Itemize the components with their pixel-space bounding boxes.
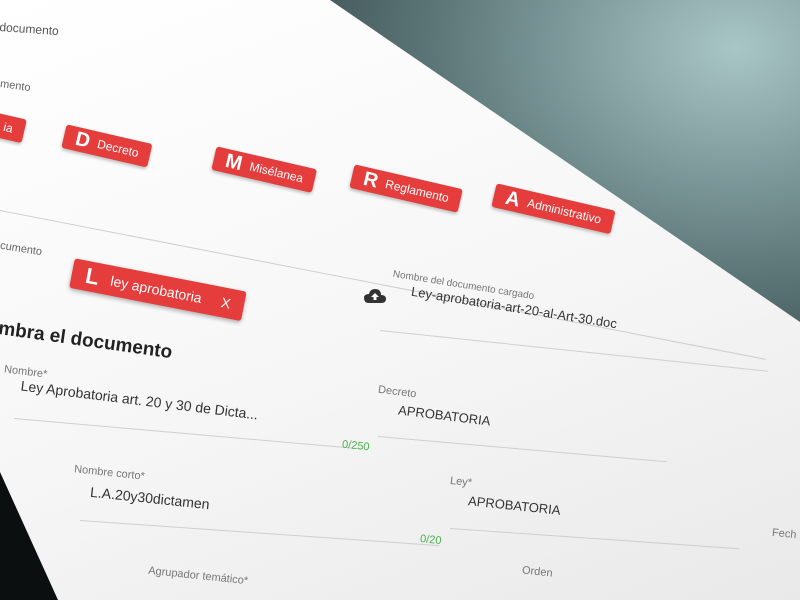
nombre-corto-input[interactable]: L.A.20y30dictamen bbox=[89, 484, 210, 512]
type-chip-label: ia bbox=[2, 119, 15, 136]
selected-type-letter: L bbox=[83, 262, 102, 291]
agrupador-tematico-label: Agrupador temático* bbox=[147, 564, 249, 588]
form-heading: mbra el documento bbox=[0, 318, 174, 364]
decreto-label: Decreto bbox=[377, 383, 418, 401]
orden-label: Orden bbox=[521, 564, 554, 580]
ley-field[interactable]: APROBATORIA bbox=[467, 493, 561, 518]
nombre-underline bbox=[13, 418, 363, 450]
cloud-upload-icon[interactable] bbox=[364, 288, 386, 304]
remove-type-button[interactable]: X bbox=[220, 294, 232, 311]
type-chip-letter: D bbox=[73, 127, 93, 153]
type-chip-partial[interactable]: ia bbox=[0, 112, 28, 144]
nombre-char-counter: 0/250 bbox=[341, 438, 371, 454]
type-chip-label: Misélanea bbox=[248, 159, 305, 186]
type-chip-letter: R bbox=[361, 167, 381, 193]
selected-section-label: cumento bbox=[0, 239, 43, 259]
type-chip-decreto[interactable]: D Decreto bbox=[61, 124, 153, 168]
type-chip-administrativo[interactable]: A Administrativo bbox=[491, 183, 616, 235]
upload-underline bbox=[379, 330, 768, 372]
decreto-field[interactable]: APROBATORIA bbox=[397, 402, 491, 428]
nombre-corto-label: Nombre corto* bbox=[73, 463, 146, 483]
type-chip-reglamento[interactable]: R Reglamento bbox=[349, 164, 464, 213]
nombre-input[interactable]: Ley Aprobatoria art. 20 y 30 de Dicta... bbox=[20, 378, 259, 423]
nombre-corto-char-counter: 0/20 bbox=[419, 532, 442, 548]
ley-underline bbox=[449, 528, 740, 550]
type-chip-letter: M bbox=[223, 149, 245, 175]
fecha-label: Fech bbox=[771, 526, 798, 542]
selected-type-label: ley aprobatoria bbox=[109, 272, 204, 307]
window-title: documento bbox=[0, 20, 60, 39]
type-chip-label: Administrativo bbox=[525, 195, 603, 227]
type-section-label: mento bbox=[0, 77, 32, 95]
type-chip-letter: A bbox=[503, 186, 523, 212]
type-chip-miscelanea[interactable]: M Misélanea bbox=[211, 146, 318, 193]
selected-type-chip: L ley aprobatoria X bbox=[69, 258, 248, 322]
type-chip-label: Reglamento bbox=[383, 176, 451, 206]
type-chip-label: Decreto bbox=[95, 136, 141, 161]
ley-label: Ley* bbox=[449, 474, 473, 490]
nombre-corto-underline bbox=[79, 520, 440, 547]
decreto-underline bbox=[377, 436, 667, 463]
